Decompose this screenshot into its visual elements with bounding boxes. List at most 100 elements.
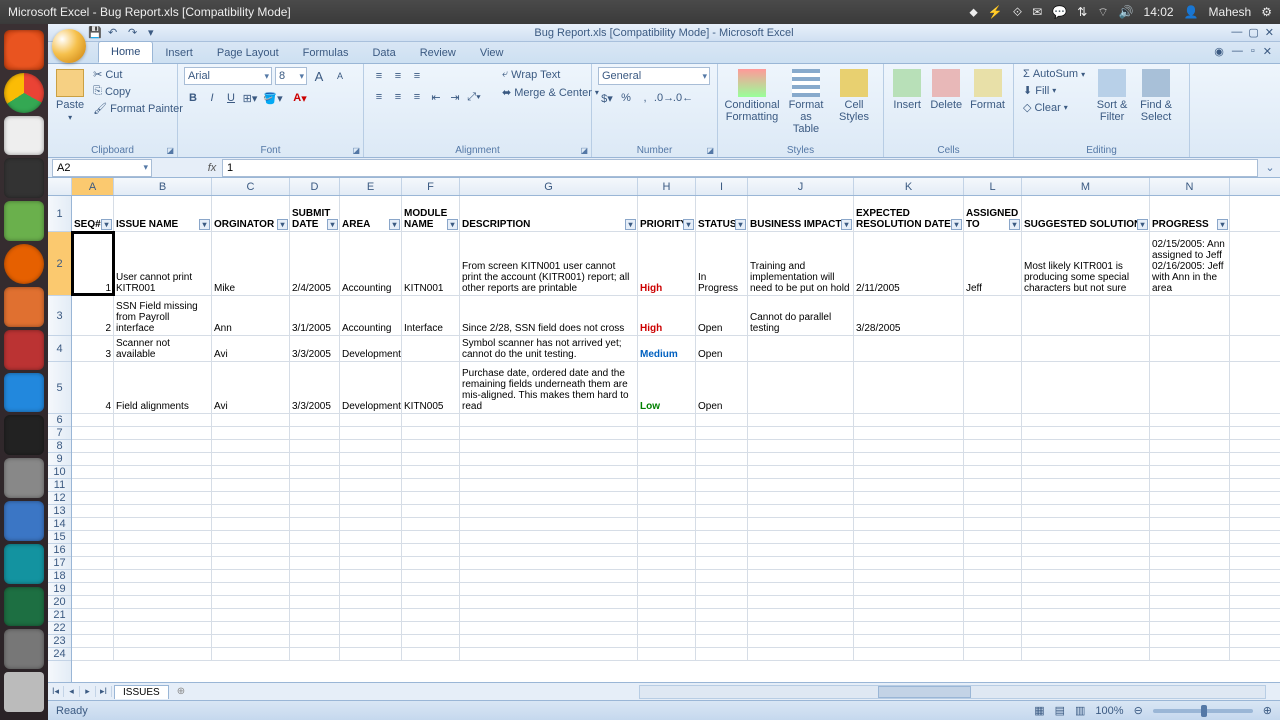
- cell[interactable]: [1022, 518, 1150, 530]
- cell[interactable]: [1150, 544, 1230, 556]
- view-normal-icon[interactable]: ▦: [1034, 704, 1044, 717]
- cell[interactable]: [72, 583, 114, 595]
- font-size-combo[interactable]: 8: [275, 67, 307, 85]
- row-header[interactable]: 22: [48, 622, 71, 635]
- cell[interactable]: [748, 531, 854, 543]
- cell[interactable]: [1150, 414, 1230, 426]
- cell[interactable]: [290, 505, 340, 517]
- files-icon[interactable]: [4, 287, 44, 327]
- cell[interactable]: [854, 622, 964, 634]
- cell[interactable]: [290, 544, 340, 556]
- cell[interactable]: [1150, 622, 1230, 634]
- cell[interactable]: [696, 479, 748, 491]
- cell[interactable]: [696, 635, 748, 647]
- cell[interactable]: [114, 453, 212, 465]
- cell[interactable]: [1022, 414, 1150, 426]
- cell[interactable]: [460, 609, 638, 621]
- cell-styles-button[interactable]: Cell Styles: [832, 67, 876, 157]
- row-header[interactable]: 15: [48, 531, 71, 544]
- cell[interactable]: [1022, 557, 1150, 569]
- cell[interactable]: [854, 531, 964, 543]
- cell[interactable]: Development: [340, 362, 402, 413]
- minimize-button[interactable]: —: [1231, 26, 1242, 39]
- trash-icon[interactable]: [4, 672, 44, 712]
- header-cell[interactable]: EXPECTED RESOLUTION DATE▾: [854, 196, 964, 231]
- cell[interactable]: [1022, 296, 1150, 335]
- cell[interactable]: [964, 440, 1022, 452]
- cell[interactable]: [114, 609, 212, 621]
- cell[interactable]: [114, 414, 212, 426]
- font-color-button[interactable]: A▾: [287, 89, 313, 107]
- cell[interactable]: [290, 492, 340, 504]
- cell[interactable]: [402, 518, 460, 530]
- cell[interactable]: [402, 648, 460, 660]
- column-header-D[interactable]: D: [290, 178, 340, 195]
- cell[interactable]: [114, 635, 212, 647]
- cell[interactable]: [212, 427, 290, 439]
- view-page-layout-icon[interactable]: ▤: [1055, 704, 1065, 717]
- zoom-in-button[interactable]: ⊕: [1263, 704, 1272, 717]
- comma-button[interactable]: ,: [636, 89, 654, 107]
- insert-sheet-button[interactable]: ⊕: [171, 685, 191, 698]
- format-painter-button[interactable]: 🖌Format Painter: [90, 101, 186, 116]
- cell[interactable]: [638, 518, 696, 530]
- row-header[interactable]: 17: [48, 557, 71, 570]
- row-header[interactable]: 10: [48, 466, 71, 479]
- cut-button[interactable]: ✂Cut: [90, 67, 186, 82]
- column-header-C[interactable]: C: [212, 178, 290, 195]
- cell[interactable]: [854, 544, 964, 556]
- gray2-icon[interactable]: [4, 629, 44, 669]
- align-left-button[interactable]: ≡: [370, 88, 388, 106]
- cell[interactable]: [1022, 505, 1150, 517]
- row-header[interactable]: 3: [48, 296, 71, 336]
- cell[interactable]: [748, 492, 854, 504]
- cell[interactable]: [212, 570, 290, 582]
- cell[interactable]: [72, 648, 114, 660]
- fill-button[interactable]: ⬇Fill ▾: [1020, 83, 1088, 98]
- teal-icon[interactable]: [4, 544, 44, 584]
- close-workbook-icon[interactable]: ✕: [1263, 45, 1272, 58]
- cell[interactable]: Training and implementation will need to…: [748, 232, 854, 295]
- cell[interactable]: [1022, 583, 1150, 595]
- cell[interactable]: Field alignments: [114, 362, 212, 413]
- cell[interactable]: [290, 622, 340, 634]
- cell[interactable]: [964, 362, 1022, 413]
- cell[interactable]: [748, 440, 854, 452]
- cell[interactable]: 3/3/2005: [290, 336, 340, 361]
- cell[interactable]: [1022, 453, 1150, 465]
- writer-icon[interactable]: [4, 373, 44, 413]
- cell[interactable]: [854, 557, 964, 569]
- cell[interactable]: [964, 453, 1022, 465]
- cell[interactable]: [114, 557, 212, 569]
- cell[interactable]: [402, 479, 460, 491]
- cell[interactable]: High: [638, 296, 696, 335]
- row-header[interactable]: 18: [48, 570, 71, 583]
- excel-launcher-icon[interactable]: [4, 587, 44, 627]
- filter-dropdown[interactable]: ▾: [735, 219, 746, 230]
- cell[interactable]: [748, 635, 854, 647]
- cell[interactable]: [854, 466, 964, 478]
- cell[interactable]: [460, 466, 638, 478]
- column-header-E[interactable]: E: [340, 178, 402, 195]
- cell[interactable]: [964, 609, 1022, 621]
- cell[interactable]: [72, 492, 114, 504]
- cell[interactable]: [212, 440, 290, 452]
- cell[interactable]: [748, 622, 854, 634]
- select-all-button[interactable]: [48, 178, 72, 195]
- cell[interactable]: [72, 557, 114, 569]
- cell[interactable]: [1150, 362, 1230, 413]
- cell[interactable]: [340, 557, 402, 569]
- cell[interactable]: [460, 479, 638, 491]
- cell[interactable]: [340, 453, 402, 465]
- cell[interactable]: [696, 583, 748, 595]
- cell[interactable]: [460, 583, 638, 595]
- cell[interactable]: [72, 453, 114, 465]
- cell[interactable]: [72, 531, 114, 543]
- cell[interactable]: From screen KITN001 user cannot print th…: [460, 232, 638, 295]
- cell[interactable]: [402, 414, 460, 426]
- number-launcher[interactable]: ◪: [706, 146, 714, 155]
- gedit-icon[interactable]: [4, 116, 44, 156]
- zoom-level[interactable]: 100%: [1095, 705, 1123, 717]
- office-button[interactable]: [52, 29, 86, 63]
- clock[interactable]: 14:02: [1144, 5, 1174, 19]
